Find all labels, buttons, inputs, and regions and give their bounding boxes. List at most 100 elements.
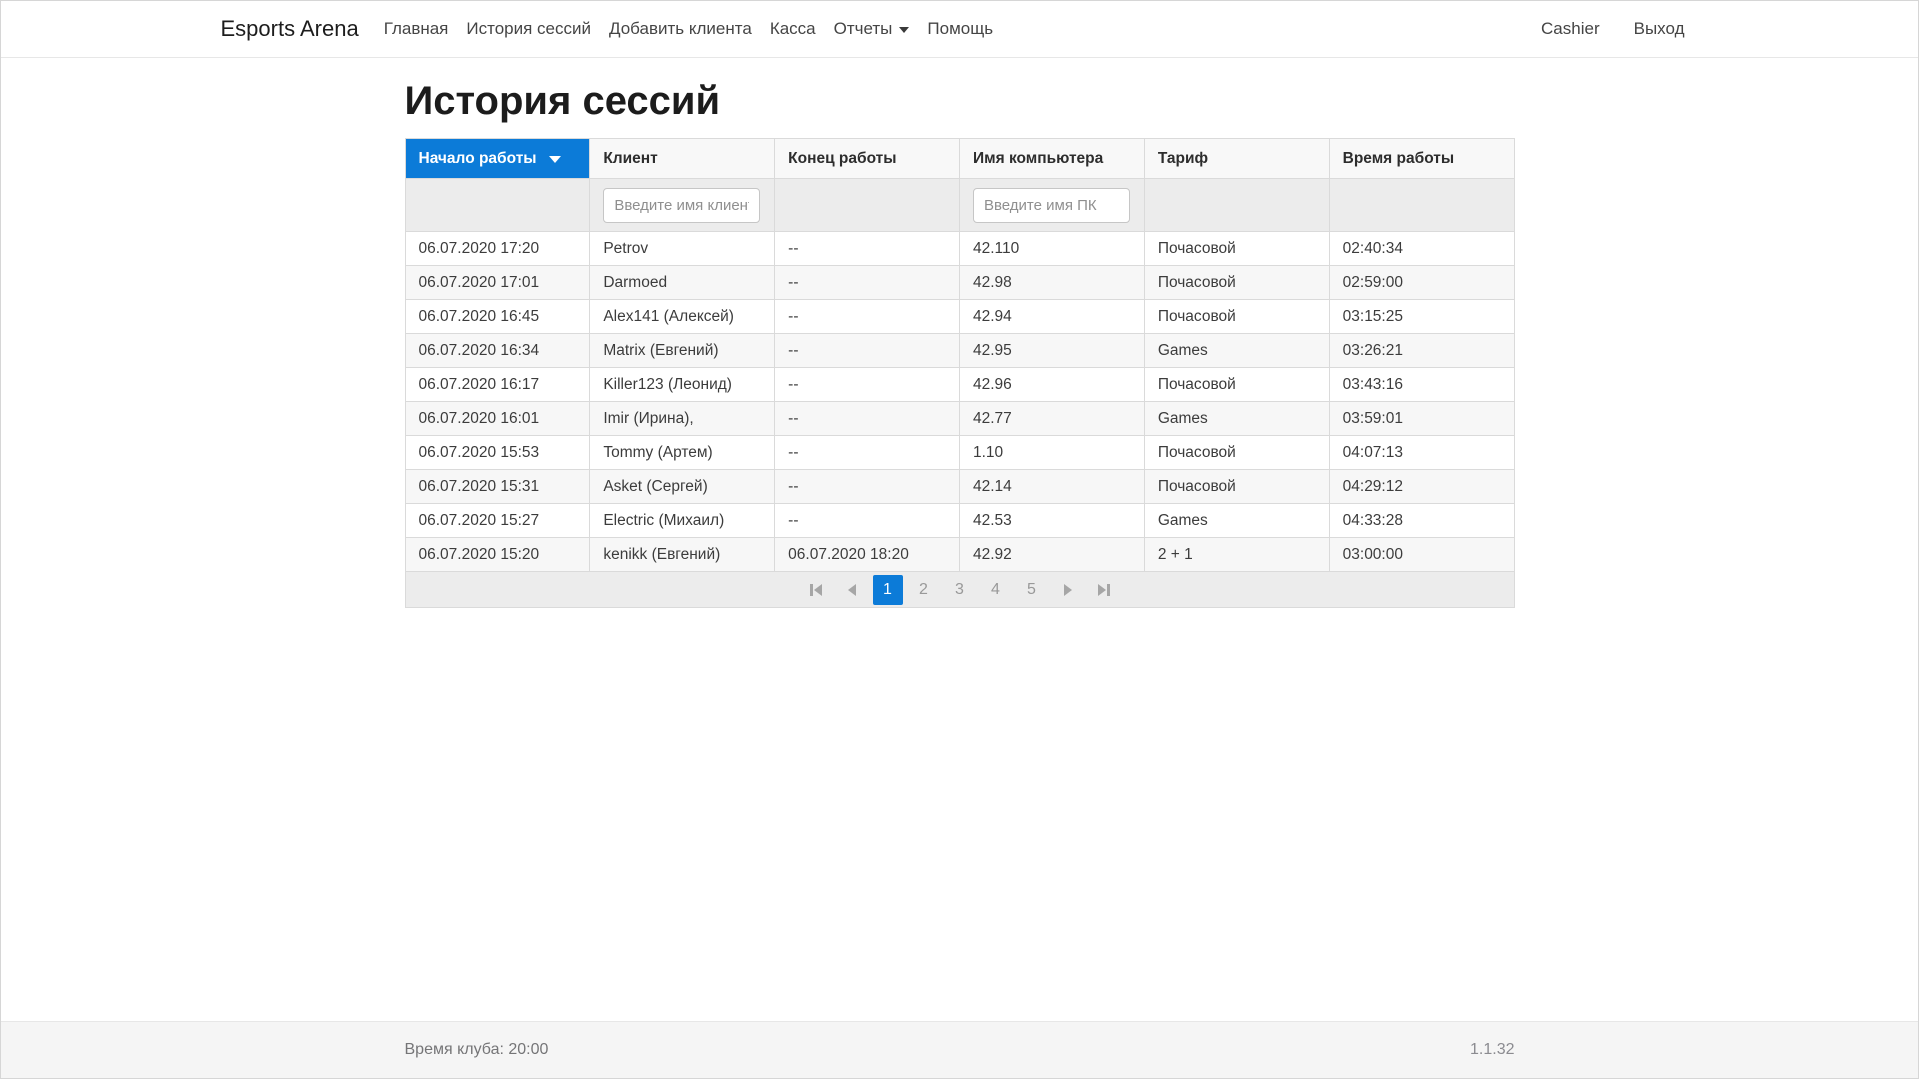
column-header-client[interactable]: Клиент [590,139,775,179]
cell-start: 06.07.2020 16:34 [405,334,590,368]
column-header-tariff[interactable]: Тариф [1144,139,1329,179]
header-row: Начало работы Клиент Конец работы Имя ко… [405,139,1514,179]
nav-item-0[interactable]: Главная [375,19,458,39]
version-label: 1.1.32 [1470,1041,1514,1059]
column-header-start[interactable]: Начало работы [405,139,590,179]
table-row[interactable]: 06.07.2020 16:34Matrix (Евгений)--42.95G… [405,334,1514,368]
table-body: 06.07.2020 17:20Petrov--42.110Почасовой0… [405,232,1514,572]
cell-client: Alex141 (Алексей) [590,300,775,334]
cell-duration: 03:43:16 [1329,368,1514,402]
status-bar: Время клуба: 20:00 1.1.32 [1,1021,1918,1078]
cell-pc: 42.110 [959,232,1144,266]
pager-pages: 12345 [870,575,1050,605]
cell-pc: 42.53 [959,504,1144,538]
nav-right-item-1[interactable]: Выход [1634,19,1685,39]
cell-end: -- [775,504,960,538]
cell-start: 06.07.2020 17:01 [405,266,590,300]
page-button-4[interactable]: 4 [981,575,1011,605]
cell-client: Matrix (Евгений) [590,334,775,368]
cell-start: 06.07.2020 15:27 [405,504,590,538]
pc-filter-input[interactable] [973,188,1130,223]
filter-cell-end [775,179,960,232]
cell-start: 06.07.2020 15:20 [405,538,590,572]
column-header-pc[interactable]: Имя компьютера [959,139,1144,179]
cell-duration: 02:59:00 [1329,266,1514,300]
sort-desc-icon [549,156,561,163]
navbar-inner: Esports Arena ГлавнаяИстория сессийДобав… [221,16,1699,42]
table-row[interactable]: 06.07.2020 15:20kenikk (Евгений)06.07.20… [405,538,1514,572]
cell-pc: 42.92 [959,538,1144,572]
table-row[interactable]: 06.07.2020 16:45Alex141 (Алексей)--42.94… [405,300,1514,334]
table-row[interactable]: 06.07.2020 16:01Imir (Ирина),--42.77Game… [405,402,1514,436]
cell-duration: 04:33:28 [1329,504,1514,538]
table-row[interactable]: 06.07.2020 15:31Asket (Сергей)--42.14Поч… [405,470,1514,504]
cell-pc: 42.94 [959,300,1144,334]
page-button-1[interactable]: 1 [873,575,903,605]
cell-client: kenikk (Евгений) [590,538,775,572]
table-header: Начало работы Клиент Конец работы Имя ко… [405,139,1514,232]
cell-start: 06.07.2020 16:01 [405,402,590,436]
cell-tariff: Почасовой [1144,232,1329,266]
cell-tariff: Почасовой [1144,436,1329,470]
column-header-end[interactable]: Конец работы [775,139,960,179]
table-row[interactable]: 06.07.2020 17:20Petrov--42.110Почасовой0… [405,232,1514,266]
cell-duration: 04:29:12 [1329,470,1514,504]
page-button-3[interactable]: 3 [945,575,975,605]
cell-start: 06.07.2020 16:45 [405,300,590,334]
nav-item-4[interactable]: Отчеты [825,19,919,39]
cell-end: -- [775,232,960,266]
brand-logo[interactable]: Esports Arena [221,16,359,42]
app-window: Esports Arena ГлавнаяИстория сессийДобав… [0,0,1919,1079]
cell-end: -- [775,470,960,504]
cell-duration: 03:26:21 [1329,334,1514,368]
cell-duration: 03:00:00 [1329,538,1514,572]
cell-duration: 04:07:13 [1329,436,1514,470]
cell-tariff: 2 + 1 [1144,538,1329,572]
column-header-duration[interactable]: Время работы [1329,139,1514,179]
cell-start: 06.07.2020 15:31 [405,470,590,504]
cell-start: 06.07.2020 15:53 [405,436,590,470]
table-row[interactable]: 06.07.2020 15:27Electric (Михаил)--42.53… [405,504,1514,538]
cell-client: Electric (Михаил) [590,504,775,538]
cell-client: Darmoed [590,266,775,300]
filter-cell-start [405,179,590,232]
nav-links: ГлавнаяИстория сессийДобавить клиентаКас… [375,19,1002,39]
nav-item-3[interactable]: Касса [761,19,825,39]
cell-end: -- [775,300,960,334]
page-button-5[interactable]: 5 [1017,575,1047,605]
pager-last-button[interactable] [1086,575,1122,605]
cell-end: 06.07.2020 18:20 [775,538,960,572]
nav-item-1[interactable]: История сессий [457,19,600,39]
cell-pc: 42.77 [959,402,1144,436]
nav-right-item-0[interactable]: Cashier [1541,19,1600,39]
pager-prev-button[interactable] [834,575,870,605]
cell-tariff: Почасовой [1144,300,1329,334]
nav-right: Cashier Выход [1541,19,1698,39]
cell-end: -- [775,436,960,470]
pager-next-button[interactable] [1050,575,1086,605]
cell-pc: 42.95 [959,334,1144,368]
nav-item-2[interactable]: Добавить клиента [600,19,761,39]
nav-item-5[interactable]: Помощь [918,19,1002,39]
status-bar-inner: Время клуба: 20:00 1.1.32 [405,1022,1515,1078]
cell-tariff: Почасовой [1144,368,1329,402]
client-filter-input[interactable] [603,188,760,223]
cell-end: -- [775,266,960,300]
table-row[interactable]: 06.07.2020 16:17Killer123 (Леонид)--42.9… [405,368,1514,402]
cell-end: -- [775,368,960,402]
cell-client: Asket (Сергей) [590,470,775,504]
page-title: История сессий [405,79,1515,124]
cell-end: -- [775,402,960,436]
page-button-2[interactable]: 2 [909,575,939,605]
cell-tariff: Почасовой [1144,266,1329,300]
filter-row [405,179,1514,232]
cell-pc: 42.96 [959,368,1144,402]
pager: 12345 [406,572,1514,607]
cell-client: Petrov [590,232,775,266]
table-row[interactable]: 06.07.2020 15:53Tommy (Артем)--1.10Почас… [405,436,1514,470]
table-row[interactable]: 06.07.2020 17:01Darmoed--42.98Почасовой0… [405,266,1514,300]
pager-first-button[interactable] [798,575,834,605]
arrow-prev-icon [848,584,856,596]
seek-last-icon [1098,584,1110,596]
filter-cell-tariff [1144,179,1329,232]
